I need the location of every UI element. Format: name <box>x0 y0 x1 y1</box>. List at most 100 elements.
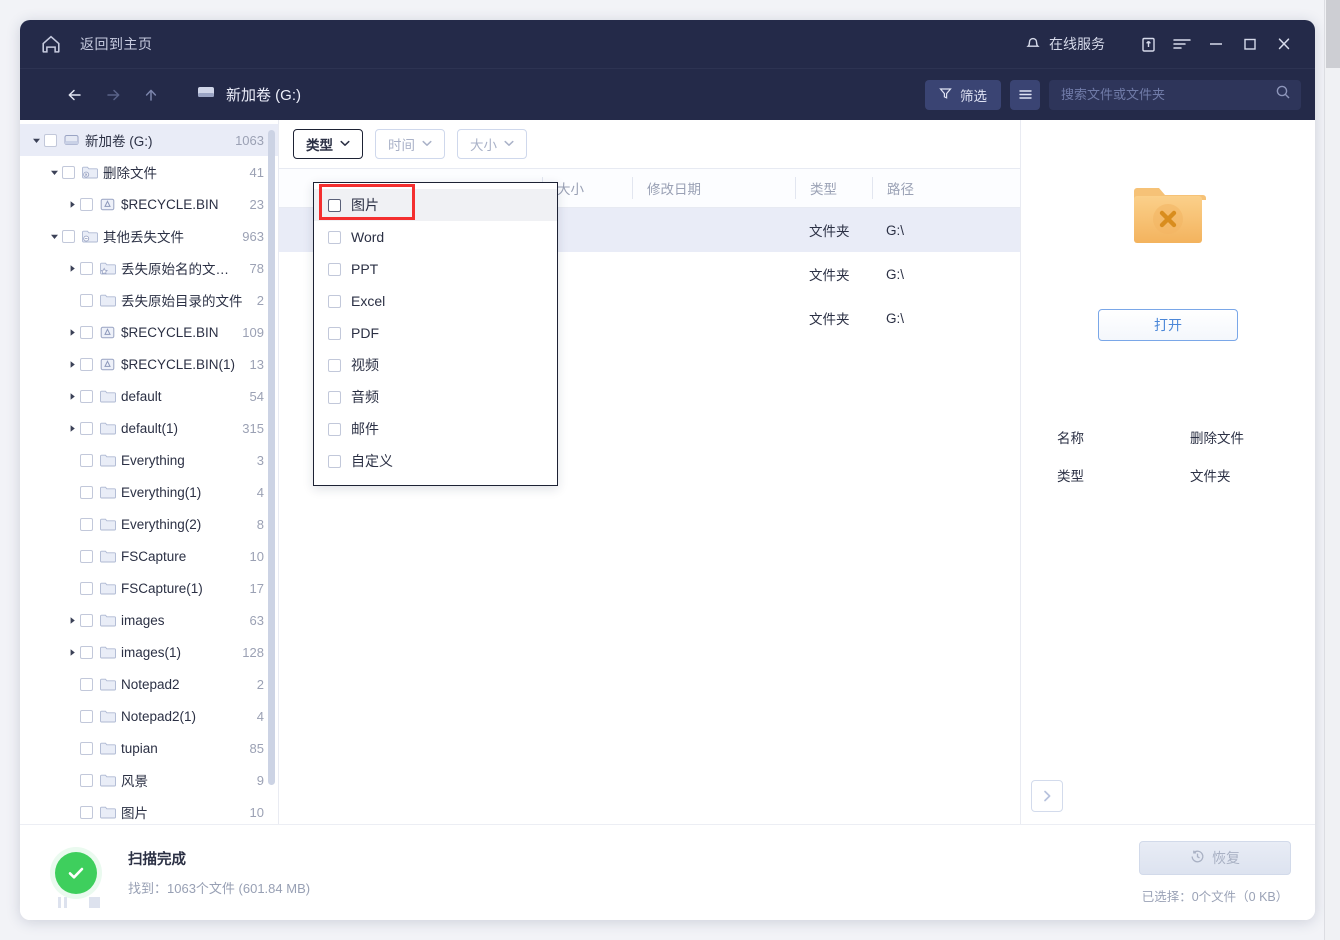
tree-row-checkbox[interactable] <box>80 422 93 435</box>
tree-row[interactable]: 删除文件41 <box>20 156 278 188</box>
breadcrumb[interactable]: 新加卷 (G:) <box>196 84 301 105</box>
tree-row[interactable]: $RECYCLE.BIN(1)13 <box>20 348 278 380</box>
dropdown-item-checkbox[interactable] <box>328 263 341 276</box>
dropdown-item-PPT[interactable]: PPT <box>314 253 557 285</box>
tree-row-checkbox[interactable] <box>80 582 93 595</box>
tree-row[interactable]: 图片10 <box>20 796 278 824</box>
tree-row[interactable]: Everything(2)8 <box>20 508 278 540</box>
search-input[interactable] <box>1061 87 1275 102</box>
dropdown-item-音频[interactable]: 音频 <box>314 381 557 413</box>
pause-icon[interactable] <box>58 897 67 908</box>
twisty-down-icon[interactable] <box>28 136 44 145</box>
minimize-icon[interactable] <box>1199 20 1233 68</box>
tree-row-checkbox[interactable] <box>80 486 93 499</box>
arrow-right-icon[interactable] <box>96 78 130 112</box>
tree-row[interactable]: tupian85 <box>20 732 278 764</box>
tree-row-checkbox[interactable] <box>80 294 93 307</box>
online-service-button[interactable]: 在线服务 <box>1025 34 1105 54</box>
tree-row-checkbox[interactable] <box>80 678 93 691</box>
menu-icon[interactable] <box>1165 20 1199 68</box>
tree-row[interactable]: $RECYCLE.BIN109 <box>20 316 278 348</box>
type-filter-dropdown[interactable]: 图片WordPPTExcelPDF视频音频邮件自定义 <box>313 182 558 486</box>
tree-row-checkbox[interactable] <box>80 742 93 755</box>
open-button[interactable]: 打开 <box>1098 309 1238 341</box>
tree-row-checkbox[interactable] <box>62 230 75 243</box>
tree-row[interactable]: Notepad22 <box>20 668 278 700</box>
tree-row-checkbox[interactable] <box>80 454 93 467</box>
tree-row-checkbox[interactable] <box>80 326 93 339</box>
tree-row-checkbox[interactable] <box>80 646 93 659</box>
restore-button[interactable]: 恢复 <box>1139 841 1291 875</box>
sidebar-scrollbar[interactable] <box>268 130 275 785</box>
tree-row-checkbox[interactable] <box>44 134 57 147</box>
tree-row-checkbox[interactable] <box>80 358 93 371</box>
tree-row[interactable]: FSCapture(1)17 <box>20 572 278 604</box>
dropdown-item-checkbox[interactable] <box>328 231 341 244</box>
page-scrollbar-thumb[interactable] <box>1326 0 1340 68</box>
help-icon[interactable] <box>237 264 242 277</box>
tree-row[interactable]: $RECYCLE.BIN23 <box>20 188 278 220</box>
tree-row-checkbox[interactable] <box>80 198 93 211</box>
dropdown-item-checkbox[interactable] <box>328 391 341 404</box>
tree-row-checkbox[interactable] <box>80 710 93 723</box>
arrow-up-icon[interactable] <box>134 78 168 112</box>
filter-chip-时间[interactable]: 时间 <box>375 129 445 159</box>
twisty-right-icon[interactable] <box>64 616 80 625</box>
dropdown-item-图片[interactable]: 图片 <box>314 189 557 221</box>
tree-row-checkbox[interactable] <box>80 774 93 787</box>
home-icon[interactable] <box>40 33 62 55</box>
dropdown-item-checkbox[interactable] <box>328 423 341 436</box>
tree-row[interactable]: 丢失原始目录的文件2 <box>20 284 278 316</box>
tree-row[interactable]: Everything(1)4 <box>20 476 278 508</box>
dropdown-item-自定义[interactable]: 自定义 <box>314 445 557 477</box>
tree-row[interactable]: 其他丢失文件963 <box>20 220 278 252</box>
dropdown-item-checkbox[interactable] <box>328 295 341 308</box>
twisty-right-icon[interactable] <box>64 200 80 209</box>
dropdown-item-邮件[interactable]: 邮件 <box>314 413 557 445</box>
twisty-right-icon[interactable] <box>64 328 80 337</box>
dropdown-item-Excel[interactable]: Excel <box>314 285 557 317</box>
list-view-icon[interactable] <box>1010 80 1040 110</box>
filter-chip-类型[interactable]: 类型 <box>293 129 363 159</box>
tree-row-checkbox[interactable] <box>80 550 93 563</box>
home-label[interactable]: 返回到主页 <box>80 34 153 54</box>
dropdown-item-PDF[interactable]: PDF <box>314 317 557 349</box>
dropdown-item-checkbox[interactable] <box>328 327 341 340</box>
file-list-column-header[interactable]: 修改日期 <box>632 177 795 199</box>
arrow-left-icon[interactable] <box>58 78 92 112</box>
filter-button[interactable]: 筛选 <box>925 80 1001 110</box>
maximize-icon[interactable] <box>1233 20 1267 68</box>
tree-row[interactable]: 新加卷 (G:)1063 <box>20 124 278 156</box>
tree-row[interactable]: default(1)315 <box>20 412 278 444</box>
dropdown-item-Word[interactable]: Word <box>314 221 557 253</box>
tree-row[interactable]: 风景9 <box>20 764 278 796</box>
tree-row[interactable]: Everything3 <box>20 444 278 476</box>
dropdown-item-视频[interactable]: 视频 <box>314 349 557 381</box>
twisty-right-icon[interactable] <box>64 264 80 273</box>
tree-row-checkbox[interactable] <box>62 166 75 179</box>
twisty-right-icon[interactable] <box>64 424 80 433</box>
file-list-column-header[interactable]: 类型 <box>795 177 872 199</box>
search-icon[interactable] <box>1275 84 1291 105</box>
stop-icon[interactable] <box>89 897 100 908</box>
chevron-right-icon[interactable] <box>1031 780 1063 812</box>
tree-row-checkbox[interactable] <box>80 390 93 403</box>
twisty-right-icon[interactable] <box>64 360 80 369</box>
tree-row[interactable]: 丢失原始名的文件 78 <box>20 252 278 284</box>
twisty-right-icon[interactable] <box>64 392 80 401</box>
file-list-column-header[interactable]: 路径 <box>872 177 1020 199</box>
filter-chip-大小[interactable]: 大小 <box>457 129 527 159</box>
tree-row-checkbox[interactable] <box>80 262 93 275</box>
page-scrollbar[interactable] <box>1324 0 1340 940</box>
dropdown-item-checkbox[interactable] <box>328 199 341 212</box>
dropdown-item-checkbox[interactable] <box>328 455 341 468</box>
tree-row-checkbox[interactable] <box>80 518 93 531</box>
twisty-right-icon[interactable] <box>64 648 80 657</box>
tree-row-checkbox[interactable] <box>80 614 93 627</box>
tree-row[interactable]: default54 <box>20 380 278 412</box>
close-icon[interactable] <box>1267 20 1301 68</box>
twisty-down-icon[interactable] <box>46 232 62 241</box>
tree-row[interactable]: FSCapture10 <box>20 540 278 572</box>
tree-row[interactable]: images63 <box>20 604 278 636</box>
tree-row-checkbox[interactable] <box>80 806 93 819</box>
